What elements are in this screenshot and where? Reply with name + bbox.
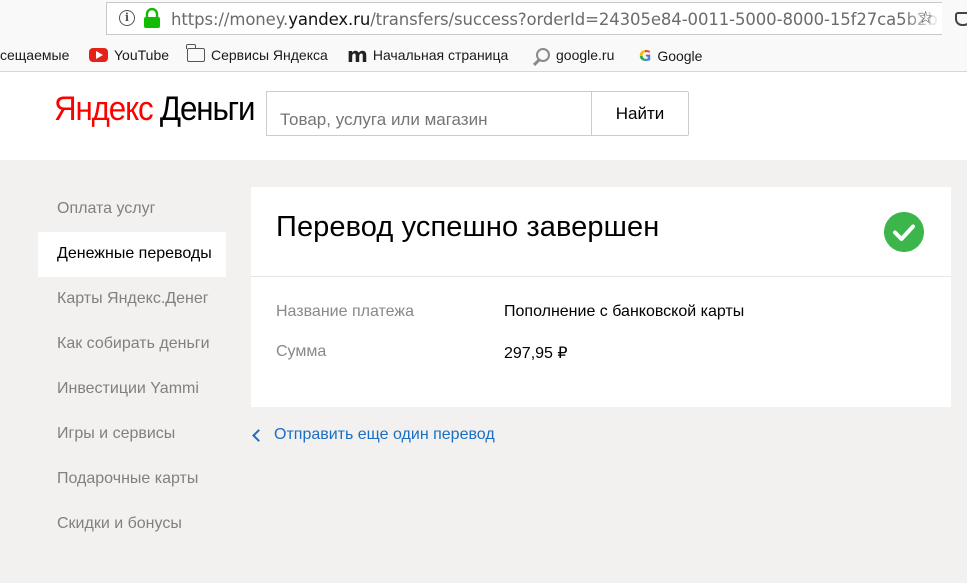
browser-toolbar: i https://money.yandex.ru/transfers/succ… — [0, 0, 967, 40]
bookmark-label: сещаемые — [0, 47, 70, 63]
card-divider — [251, 276, 951, 277]
folder-icon — [186, 44, 205, 62]
lock-icon — [144, 8, 160, 28]
logo-brand: Яндекс — [54, 90, 154, 128]
url-text[interactable]: https://money.yandex.ru/transfers/succes… — [171, 10, 938, 29]
star-icon[interactable]: ☆ — [918, 9, 933, 26]
sidebar-item-cards[interactable]: Карты Яндекс.Денег — [38, 277, 226, 322]
bookmark-youtube[interactable]: YouTube — [89, 47, 169, 63]
yandex-money-logo[interactable]: Яндекс Деньги — [54, 90, 256, 129]
sidebar-item-games[interactable]: Игры и сервисы — [38, 412, 226, 457]
m-icon: m — [347, 43, 368, 67]
send-another-transfer-link[interactable]: Отправить еще один перевод — [250, 426, 495, 444]
search-input[interactable] — [266, 91, 592, 136]
chevron-left-icon — [252, 428, 265, 442]
sidebar-item-investments[interactable]: Инвестиции Yammi — [38, 367, 226, 412]
bookmark-label: Начальная страница — [372, 47, 509, 63]
sidebar-item-services[interactable]: Оплата услуг — [38, 187, 226, 232]
amount-label: Сумма — [276, 343, 327, 360]
bookmark-google[interactable]: G Google — [639, 47, 702, 65]
bookmark-label: Сервисы Яндекса — [211, 47, 328, 63]
transfer-result-card: Перевод успешно завершен Название платеж… — [251, 187, 951, 407]
address-bar[interactable]: i https://money.yandex.ru/transfers/succ… — [106, 2, 942, 35]
payment-name-label: Название платежа — [276, 303, 414, 320]
bookmarks-bar: сещаемые YouTube Сервисы Яндекса m Начал… — [0, 40, 967, 72]
logo-product: Деньги — [159, 90, 256, 128]
send-another-transfer-label: Отправить еще один перевод — [274, 426, 495, 443]
sidebar-item-discounts[interactable]: Скидки и бонусы — [38, 502, 226, 547]
bookmark-label: google.ru — [556, 47, 615, 63]
page-title: Перевод успешно завершен — [276, 211, 660, 243]
bookmark-label: Google — [657, 48, 703, 64]
sidebar-item-transfers[interactable]: Денежные переводы — [38, 232, 226, 277]
success-check-icon — [884, 212, 924, 252]
search-button[interactable]: Найти — [591, 91, 689, 136]
bookmark-most-visited[interactable]: сещаемые — [0, 47, 69, 63]
info-icon[interactable]: i — [119, 10, 135, 26]
sidebar-nav: Оплата услуг Денежные переводы Карты Янд… — [38, 187, 226, 547]
bookmark-label: YouTube — [114, 47, 170, 63]
bookmark-google-ru[interactable]: google.ru — [536, 47, 614, 63]
sidebar-item-gift-cards[interactable]: Подарочные карты — [38, 457, 226, 502]
site-header: ЯндексДеньги Найти — [0, 72, 967, 160]
search-icon — [536, 48, 550, 62]
bookmark-yandex-services[interactable]: Сервисы Яндекса — [186, 44, 328, 63]
bookmark-start-page[interactable]: m Начальная страница — [347, 43, 509, 67]
amount-value: 297,95 ₽ — [504, 345, 568, 362]
payment-name-value: Пополнение с банковской карты — [504, 303, 745, 320]
google-icon: G — [639, 47, 652, 65]
pocket-icon[interactable] — [955, 12, 967, 26]
sidebar-item-collect-money[interactable]: Как собирать деньги — [38, 322, 226, 367]
youtube-icon — [89, 48, 108, 62]
